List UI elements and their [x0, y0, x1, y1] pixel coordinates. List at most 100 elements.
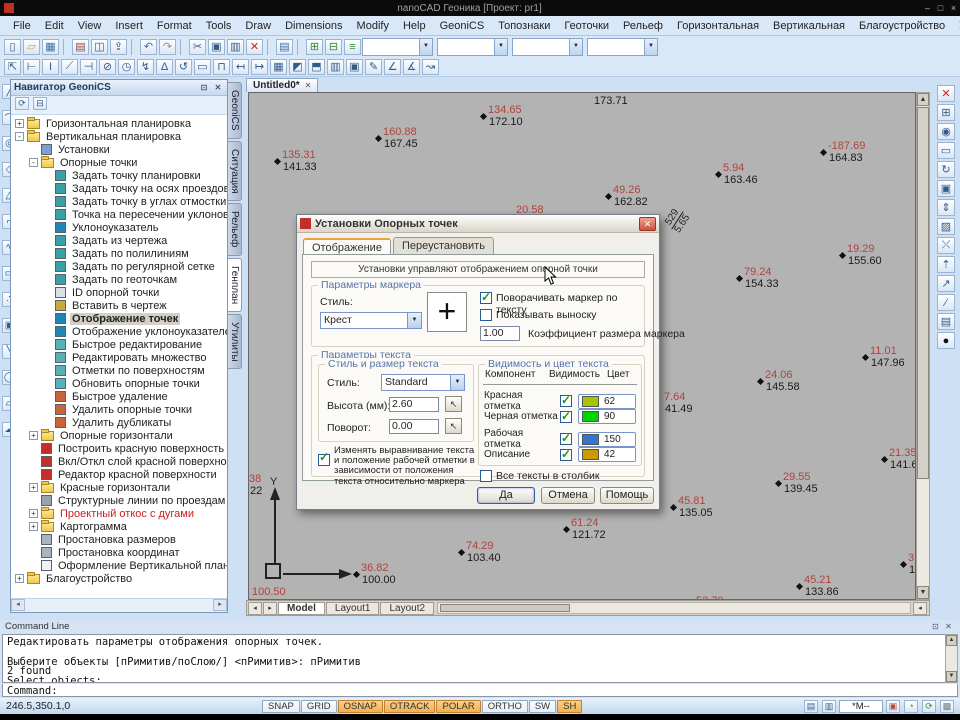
- hatch-icon[interactable]: ▨: [937, 218, 955, 235]
- column-text-checkbox[interactable]: [480, 470, 492, 482]
- scale-icon[interactable]: ▣: [886, 699, 900, 713]
- chevron-down-icon[interactable]: [569, 38, 582, 55]
- scroll-up-icon[interactable]: ▲: [946, 635, 957, 646]
- tree-item[interactable]: Построить красную поверхность: [11, 442, 227, 455]
- chevron-down-icon[interactable]: [450, 375, 464, 390]
- marker-style-combobox[interactable]: Крест: [320, 312, 422, 329]
- tree-item[interactable]: + Проектный откос с дугами: [11, 506, 227, 520]
- toggle-grid[interactable]: GRID: [300, 699, 337, 713]
- pin-icon[interactable]: ⊡: [930, 621, 941, 632]
- close-button[interactable]: ×: [947, 3, 960, 13]
- tree-item[interactable]: Оформление Вертикальной планировки: [11, 559, 227, 572]
- tree-item[interactable]: Простановка координат: [11, 546, 227, 559]
- menu-item-17[interactable]: Утилиты: [952, 20, 960, 32]
- lineweight-combobox[interactable]: [587, 37, 658, 56]
- toggle-snap[interactable]: SNAP: [262, 699, 300, 713]
- rotate-icon[interactable]: ↻: [937, 161, 955, 178]
- expand-icon[interactable]: +: [29, 483, 38, 492]
- justify-left-icon[interactable]: ↤: [232, 58, 249, 75]
- tree-item[interactable]: Редактировать множество: [11, 351, 227, 364]
- show-leader-checkbox[interactable]: [480, 309, 492, 321]
- tree-item[interactable]: + Благоустройство: [11, 571, 227, 585]
- pick-on-screen-icon[interactable]: ↖: [445, 396, 462, 412]
- dialog-close-button[interactable]: ✕: [639, 216, 656, 231]
- table-icon[interactable]: ▦: [270, 58, 287, 75]
- dim-linear-icon[interactable]: ⊢: [23, 58, 40, 75]
- tree-item[interactable]: Установки: [11, 143, 227, 156]
- tree-item[interactable]: Вкл/Откл слой красной поверхности: [11, 455, 227, 468]
- color-button[interactable]: 42: [578, 447, 636, 462]
- chevron-down-icon[interactable]: [419, 38, 432, 55]
- layout-space-icon[interactable]: ▥: [822, 699, 836, 713]
- text-style-combobox[interactable]: Standard: [381, 374, 465, 391]
- tree-item[interactable]: Обновить опорные точки: [11, 377, 227, 390]
- dim-restore-icon[interactable]: ↺: [175, 58, 192, 75]
- toggle-osnap[interactable]: OSNAP: [337, 699, 383, 713]
- scroll-down-icon[interactable]: ▼: [917, 586, 929, 599]
- navigator-tab-3[interactable]: Генплан: [228, 257, 242, 312]
- linetype-combobox[interactable]: [512, 37, 583, 56]
- visibility-checkbox[interactable]: [560, 431, 572, 445]
- zoom-window-icon[interactable]: ▭: [937, 142, 955, 159]
- canvas-hscrollbar[interactable]: [437, 602, 911, 614]
- menu-item-15[interactable]: Вертикальная: [766, 20, 852, 32]
- canvas-vscrollbar[interactable]: ▲ ▼: [916, 92, 930, 600]
- hatch-tool-icon[interactable]: ⬒: [308, 58, 325, 75]
- tree-item[interactable]: Задать по геоточкам: [11, 273, 227, 286]
- tab-reset[interactable]: Переустановить: [392, 237, 494, 255]
- vscroll-thumb[interactable]: [917, 107, 929, 479]
- layer-props-icon[interactable]: ▥: [327, 58, 344, 75]
- leader-icon[interactable]: ↯: [137, 58, 154, 75]
- tree-item[interactable]: Простановка размеров: [11, 533, 227, 546]
- close-document-icon[interactable]: ✕: [305, 81, 312, 90]
- menu-item-16[interactable]: Благоустройство: [852, 20, 952, 32]
- text-height-input[interactable]: 2.60: [389, 397, 439, 412]
- dim-diameter-icon[interactable]: ⊘: [99, 58, 116, 75]
- tree-item[interactable]: - Опорные точки: [11, 155, 227, 169]
- color-button[interactable]: 62: [578, 393, 636, 409]
- menu-item-3[interactable]: Insert: [108, 20, 150, 32]
- tree-item[interactable]: + Красные горизонтали: [11, 480, 227, 494]
- chevron-down-icon[interactable]: [407, 313, 421, 328]
- group-icon[interactable]: ⊟: [325, 38, 342, 55]
- layer-states-icon[interactable]: ≡: [344, 38, 361, 55]
- tree-item[interactable]: Уклоноуказатель: [11, 221, 227, 234]
- pan-icon[interactable]: ⊞: [937, 104, 955, 121]
- pedit-icon[interactable]: ↗: [937, 275, 955, 292]
- color-button[interactable]: 90: [578, 409, 636, 424]
- navigator-hscrollbar[interactable]: ◂ ▸: [11, 598, 227, 612]
- layers-icon[interactable]: ▤: [937, 313, 955, 330]
- print-preview-icon[interactable]: ◫: [91, 38, 108, 55]
- expand-icon[interactable]: +: [29, 509, 38, 518]
- sheet-next-icon[interactable]: ▸: [263, 601, 277, 615]
- command-scrollbar[interactable]: ▲ ▼: [945, 634, 958, 683]
- open-file-icon[interactable]: ▱: [23, 38, 40, 55]
- sheet-first-icon[interactable]: ◂: [248, 601, 262, 615]
- scroll-left-icon[interactable]: ◂: [11, 599, 25, 611]
- toggle-sh[interactable]: SH: [557, 699, 583, 713]
- annotation-icon[interactable]: ◔: [904, 699, 918, 713]
- tree-item[interactable]: Задать по регулярной сетке: [11, 260, 227, 273]
- tree-item[interactable]: Отметки по поверхностям: [11, 364, 227, 377]
- collapse-icon[interactable]: -: [29, 158, 38, 167]
- copy-object-icon[interactable]: ▣: [937, 180, 955, 197]
- tree-item[interactable]: Задать по полилиниям: [11, 247, 227, 260]
- toggle-otrack[interactable]: OTRACK: [383, 699, 436, 713]
- mode-indicator[interactable]: *M--: [839, 699, 883, 713]
- rotate-marker-checkbox[interactable]: [480, 290, 492, 304]
- dim-tolerance-icon[interactable]: Δ: [156, 58, 173, 75]
- minimize-button[interactable]: –: [921, 3, 934, 13]
- scroll-up-icon[interactable]: ▲: [917, 93, 929, 106]
- expand-icon[interactable]: +: [29, 431, 38, 440]
- dim-vertical-icon[interactable]: Ι: [42, 58, 59, 75]
- tree-item[interactable]: Удалить опорные точки: [11, 403, 227, 416]
- scroll-down-icon[interactable]: ▼: [946, 671, 957, 682]
- tree-item[interactable]: Быстрое удаление: [11, 390, 227, 403]
- sheet-tab[interactable]: Layout1: [325, 601, 380, 615]
- menu-item-6[interactable]: Draw: [238, 20, 278, 32]
- tree-item[interactable]: Отображение точек: [11, 312, 227, 325]
- break-icon[interactable]: ⤬: [937, 237, 955, 254]
- tree-item[interactable]: ID опорной точки: [11, 286, 227, 299]
- chevron-down-icon[interactable]: [494, 38, 507, 55]
- command-history[interactable]: Редактировать параметры отображения опор…: [2, 634, 958, 683]
